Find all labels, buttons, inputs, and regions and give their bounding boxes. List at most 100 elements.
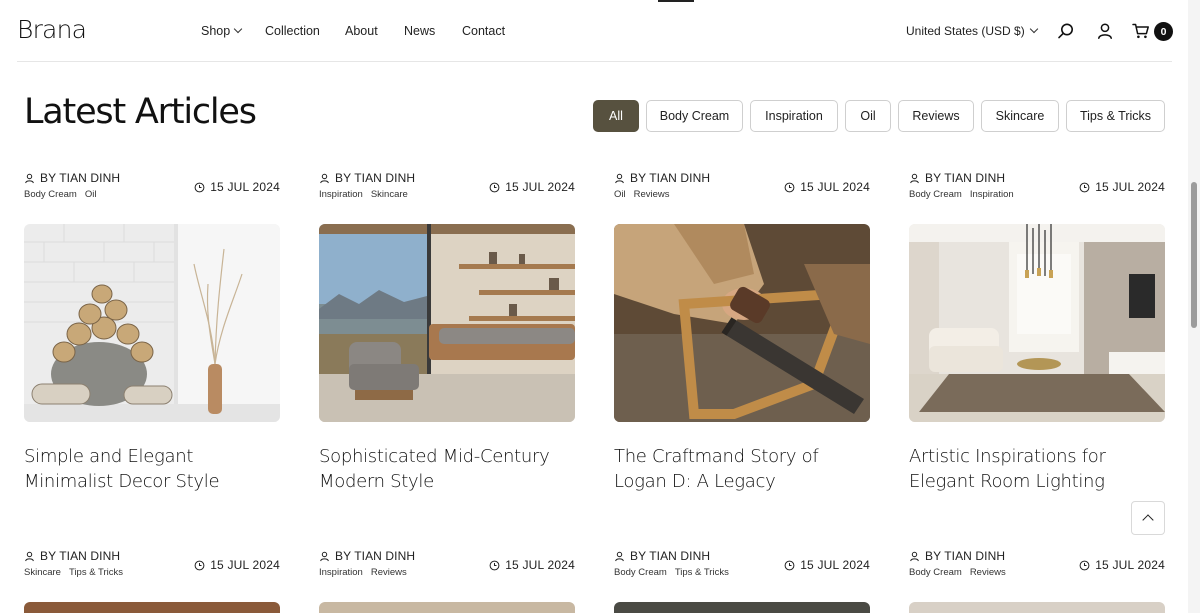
date-text: 15 JUL 2024 xyxy=(800,180,870,194)
article-tag[interactable]: Tips & Tricks xyxy=(675,567,729,578)
author-name: BY TIAN DINH xyxy=(925,171,1006,185)
page-title: Latest Articles xyxy=(24,92,257,132)
article-tag[interactable]: Oil xyxy=(614,189,626,200)
filter-tips-tricks[interactable]: Tips & Tricks xyxy=(1066,100,1165,132)
currency-label: United States (USD $) xyxy=(906,24,1025,38)
nav-collection[interactable]: Collection xyxy=(265,24,320,38)
user-icon xyxy=(615,173,624,183)
back-to-top-button[interactable] xyxy=(1131,501,1165,535)
article-tags: Body Cream Inspiration xyxy=(909,189,1014,200)
date-text: 15 JUL 2024 xyxy=(1095,180,1165,194)
site-header: Brana Shop Collection About News Contact… xyxy=(0,0,1188,62)
article-tags: Body Cream Oil xyxy=(24,189,96,200)
article-title[interactable]: The Craftmand Story of Logan D: A Legacy xyxy=(614,444,870,494)
article-title[interactable]: Artistic Inspirations for Elegant Room L… xyxy=(909,444,1165,494)
article-meta: BY TIAN DINH Body Cream Inspiration 15 J… xyxy=(909,171,1165,201)
clock-icon xyxy=(194,182,205,192)
user-icon xyxy=(910,173,919,183)
nav-shop-label: Shop xyxy=(201,24,231,38)
article-meta: BY TIAN DINH Oil Reviews 15 JUL 2024 xyxy=(614,171,870,201)
clock-icon xyxy=(1079,182,1090,192)
article-author: BY TIAN DINH xyxy=(614,171,710,185)
article-tag[interactable]: Body Cream xyxy=(614,567,667,578)
article-image[interactable] xyxy=(614,602,870,613)
article-tag[interactable]: Body Cream xyxy=(909,567,962,578)
article-tag[interactable]: Inspiration xyxy=(319,189,363,200)
brand-logo[interactable]: Brana xyxy=(17,15,87,44)
article-tag[interactable]: Body Cream xyxy=(24,189,77,200)
article-tags: Body Cream Tips & Tricks xyxy=(614,567,729,578)
clock-icon xyxy=(489,182,500,192)
author-name: BY TIAN DINH xyxy=(335,549,416,563)
article-title[interactable]: Sophisticated Mid-Century Modern Style xyxy=(319,444,575,494)
article-image-living-room[interactable] xyxy=(319,224,575,422)
clock-icon xyxy=(784,182,795,192)
article-tag[interactable]: Reviews xyxy=(634,189,670,200)
scrollbar-thumb[interactable] xyxy=(1191,182,1197,328)
article-image-firewood[interactable] xyxy=(24,224,280,422)
article-author: BY TIAN DINH xyxy=(24,549,120,563)
article-author: BY TIAN DINH xyxy=(614,549,710,563)
filter-body-cream[interactable]: Body Cream xyxy=(646,100,743,132)
article-meta: BY TIAN DINH Inspiration Reviews 15 JUL … xyxy=(319,549,575,579)
article-image[interactable] xyxy=(909,602,1165,613)
article-date: 15 JUL 2024 xyxy=(784,180,870,194)
search-icon[interactable] xyxy=(1057,22,1075,40)
article-date: 15 JUL 2024 xyxy=(1079,180,1165,194)
article-tag[interactable]: Inspiration xyxy=(319,567,363,578)
article-tag[interactable]: Skincare xyxy=(24,567,61,578)
article-author: BY TIAN DINH xyxy=(319,171,415,185)
article-tag[interactable]: Tips & Tricks xyxy=(69,567,123,578)
filter-oil[interactable]: Oil xyxy=(845,100,891,132)
date-text: 15 JUL 2024 xyxy=(505,180,575,194)
clock-icon xyxy=(784,560,795,570)
filter-skincare[interactable]: Skincare xyxy=(981,100,1059,132)
nav-news[interactable]: News xyxy=(404,24,435,38)
user-icon[interactable] xyxy=(1096,22,1114,40)
currency-selector[interactable]: United States (USD $) xyxy=(906,24,1038,38)
article-tags: Skincare Tips & Tricks xyxy=(24,567,123,578)
article-meta: BY TIAN DINH Body Cream Reviews 15 JUL 2… xyxy=(909,549,1165,579)
article-date: 15 JUL 2024 xyxy=(1079,558,1165,572)
article-author: BY TIAN DINH xyxy=(909,549,1005,563)
article-image-carpenter[interactable] xyxy=(614,224,870,422)
cart-icon[interactable] xyxy=(1132,22,1150,40)
nav-about[interactable]: About xyxy=(345,24,378,38)
nav-contact[interactable]: Contact xyxy=(462,24,505,38)
author-name: BY TIAN DINH xyxy=(335,171,416,185)
article-date: 15 JUL 2024 xyxy=(489,180,575,194)
article-author: BY TIAN DINH xyxy=(909,171,1005,185)
article-tag[interactable]: Oil xyxy=(85,189,97,200)
article-meta: BY TIAN DINH Body Cream Oil 15 JUL 2024 xyxy=(24,171,280,201)
user-icon xyxy=(615,551,624,561)
header-divider xyxy=(17,61,1172,62)
user-icon xyxy=(320,551,329,561)
filter-reviews[interactable]: Reviews xyxy=(898,100,974,132)
date-text: 15 JUL 2024 xyxy=(800,558,870,572)
article-tag[interactable]: Body Cream xyxy=(909,189,962,200)
article-tags: Inspiration Skincare xyxy=(319,189,408,200)
article-meta: BY TIAN DINH Skincare Tips & Tricks 15 J… xyxy=(24,549,280,579)
clock-icon xyxy=(1079,560,1090,570)
article-image-lounge[interactable] xyxy=(909,224,1165,422)
article-image[interactable] xyxy=(319,602,575,613)
filter-all[interactable]: All xyxy=(593,100,639,132)
article-tag[interactable]: Reviews xyxy=(371,567,407,578)
article-tag[interactable]: Inspiration xyxy=(970,189,1014,200)
date-text: 15 JUL 2024 xyxy=(210,180,280,194)
filter-inspiration[interactable]: Inspiration xyxy=(750,100,838,132)
article-image[interactable] xyxy=(24,602,280,613)
article-date: 15 JUL 2024 xyxy=(194,180,280,194)
article-title[interactable]: Simple and Elegant Minimalist Decor Styl… xyxy=(24,444,280,494)
article-tag[interactable]: Skincare xyxy=(371,189,408,200)
date-text: 15 JUL 2024 xyxy=(1095,558,1165,572)
chevron-down-icon xyxy=(233,24,243,34)
chevron-down-icon xyxy=(1029,24,1038,34)
user-icon xyxy=(910,551,919,561)
article-tag[interactable]: Reviews xyxy=(970,567,1006,578)
user-icon xyxy=(25,551,34,561)
author-name: BY TIAN DINH xyxy=(40,171,121,185)
nav-shop[interactable]: Shop xyxy=(201,24,243,38)
article-date: 15 JUL 2024 xyxy=(194,558,280,572)
article-author: BY TIAN DINH xyxy=(24,171,120,185)
